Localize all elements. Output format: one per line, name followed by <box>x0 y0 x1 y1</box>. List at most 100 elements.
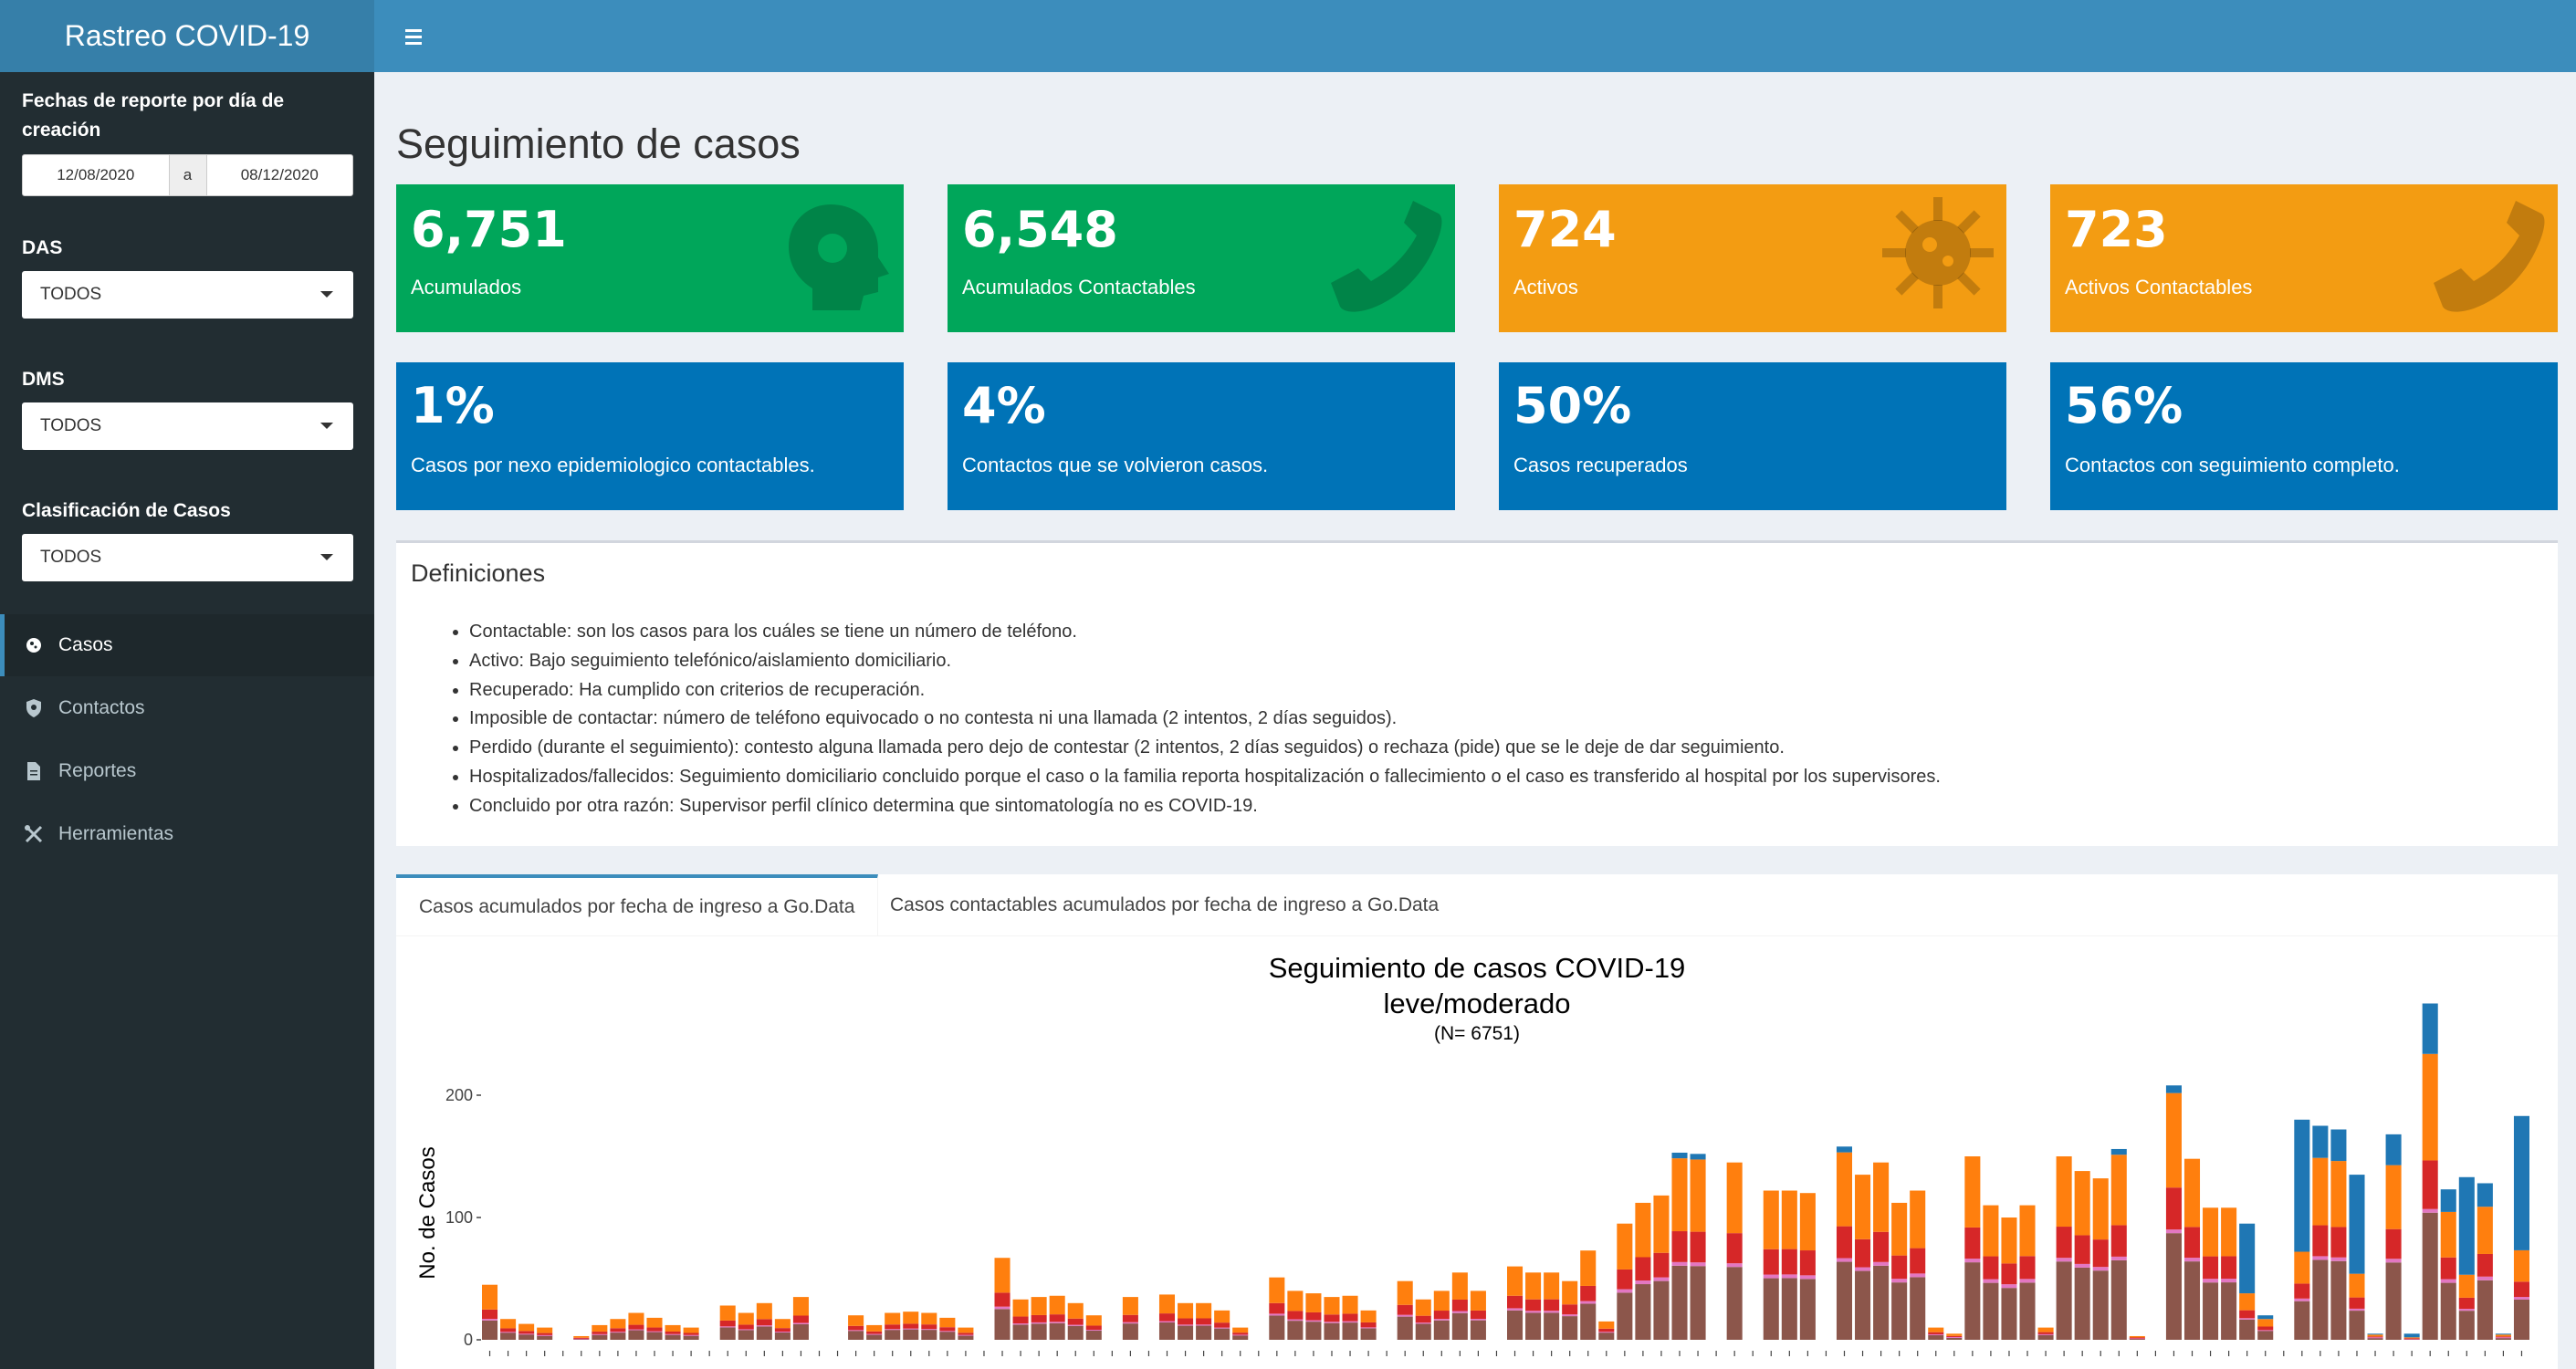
bar-segment <box>1067 1318 1084 1325</box>
bar-segment <box>2165 1233 2182 1340</box>
bar-segment <box>2422 1212 2438 1340</box>
bar-segment <box>939 1317 956 1328</box>
chevron-down-icon <box>320 554 333 560</box>
sidebar-item-label: Casos <box>58 634 113 655</box>
bar-segment <box>2183 1258 2201 1262</box>
bar-segment <box>1671 1231 1688 1262</box>
bar-segment <box>1415 1299 1431 1316</box>
date-from-input[interactable]: 12/08/2020 <box>23 155 169 195</box>
bar-segment <box>2165 1187 2182 1230</box>
app-logo-title[interactable]: Rastreo COVID-19 <box>0 0 374 72</box>
bar-segment <box>1983 1205 1999 1257</box>
sidebar-item-reportes[interactable]: Reportes <box>0 740 374 802</box>
clasificacion-select[interactable]: TODOS <box>22 534 353 581</box>
bar-segment <box>2056 1227 2072 1259</box>
bar-segment <box>1342 1322 1358 1340</box>
bar-segment <box>683 1334 699 1336</box>
bar-segment <box>2092 1239 2109 1268</box>
bar-segment <box>958 1327 974 1333</box>
bar-segment <box>719 1327 736 1340</box>
bar-segment <box>1525 1312 1542 1340</box>
definitions-title: Definiciones <box>411 559 546 587</box>
das-select-value: TODOS <box>40 285 102 304</box>
bar-segment <box>1928 1333 1944 1335</box>
bar-segment <box>482 1320 498 1340</box>
bar-segment <box>2074 1267 2090 1340</box>
bar-segment <box>1544 1311 1560 1313</box>
bar-segment <box>719 1305 736 1321</box>
bar-segment <box>1269 1302 1285 1314</box>
bar-segment <box>2165 1085 2182 1093</box>
shield-icon <box>24 698 44 718</box>
bar-segment <box>2165 1092 2182 1188</box>
bar-segment <box>1781 1278 1797 1340</box>
dms-select-value: TODOS <box>40 416 102 435</box>
bar-segment <box>1873 1162 1890 1232</box>
bar-segment <box>2403 1338 2420 1340</box>
bar-segment <box>2294 1283 2310 1299</box>
bar-segment <box>1525 1272 1542 1300</box>
bar-segment <box>1085 1315 1102 1326</box>
bar-segment <box>903 1323 919 1329</box>
bar-segment <box>1671 1152 1688 1159</box>
bar-segment <box>1653 1277 1670 1281</box>
bar-segment <box>1964 1156 1981 1228</box>
bar-segment <box>2110 1155 2127 1226</box>
bar-segment <box>2203 1256 2219 1280</box>
bar-segment <box>2385 1165 2402 1229</box>
bar-segment <box>1964 1227 1981 1259</box>
bar-segment <box>2239 1310 2256 1319</box>
bar-segment <box>1269 1313 1285 1316</box>
bar-segment <box>2257 1319 2274 1327</box>
bar-segment <box>2203 1207 2219 1257</box>
date-range-input[interactable]: 12/08/2020 a 08/12/2020 <box>22 154 353 196</box>
date-to-input[interactable]: 08/12/2020 <box>207 155 353 195</box>
bar-segment <box>1031 1314 1047 1322</box>
sidebar-item-contactos[interactable]: Contactos <box>0 677 374 739</box>
bar-segment <box>1891 1202 1908 1256</box>
bar-segment <box>537 1332 553 1335</box>
bar-segment <box>1855 1175 1871 1239</box>
bar-segment <box>848 1331 864 1340</box>
bar-segment <box>1158 1313 1176 1322</box>
bar-segment <box>1397 1316 1413 1340</box>
bar-segment <box>1122 1323 1138 1340</box>
bar-segment <box>2513 1281 2529 1298</box>
bar-segment <box>1196 1302 1212 1319</box>
bar-segment <box>1617 1289 1633 1293</box>
sidebar-item-herramientas[interactable]: Herramientas <box>0 803 374 865</box>
bar-segment <box>866 1331 883 1334</box>
sidebar-item-casos[interactable]: Casos <box>0 614 374 676</box>
bar-segment <box>1525 1299 1542 1312</box>
bar-segment <box>1012 1299 1029 1317</box>
dms-select[interactable]: TODOS <box>22 402 353 450</box>
bar-segment <box>1196 1325 1212 1340</box>
bar-segment <box>2203 1279 2219 1283</box>
bar-segment <box>482 1309 498 1320</box>
bar-segment <box>1781 1190 1797 1249</box>
sidebar-toggle-icon[interactable] <box>396 18 433 55</box>
bar-segment <box>2056 1156 2072 1228</box>
bar-segment <box>1910 1273 1926 1278</box>
bar-segment <box>1085 1325 1102 1331</box>
bar-segment <box>1067 1302 1084 1319</box>
bar-segment <box>1855 1270 1871 1340</box>
das-select[interactable]: TODOS <box>22 271 353 319</box>
bar-segment <box>2458 1176 2475 1275</box>
bar-segment <box>1269 1315 1285 1340</box>
bar-segment <box>2294 1301 2310 1340</box>
date-range-separator: a <box>168 155 207 195</box>
das-label: DAS <box>22 237 63 258</box>
bar-segment <box>1928 1332 1944 1334</box>
bar-segment <box>756 1319 772 1326</box>
bar-segment <box>2183 1158 2201 1228</box>
value-box-nexo-epidemiologico: 1% Casos por nexo epidemiologico contact… <box>396 362 904 510</box>
bar-segment <box>2367 1337 2383 1339</box>
bar-segment <box>2422 1053 2438 1161</box>
bar-segment <box>1635 1280 1651 1285</box>
bar-segment <box>1781 1249 1797 1275</box>
bar-segment <box>2312 1225 2329 1257</box>
bar-segment <box>1214 1328 1230 1340</box>
bar-segment <box>482 1284 498 1310</box>
bar-segment <box>1049 1314 1065 1322</box>
